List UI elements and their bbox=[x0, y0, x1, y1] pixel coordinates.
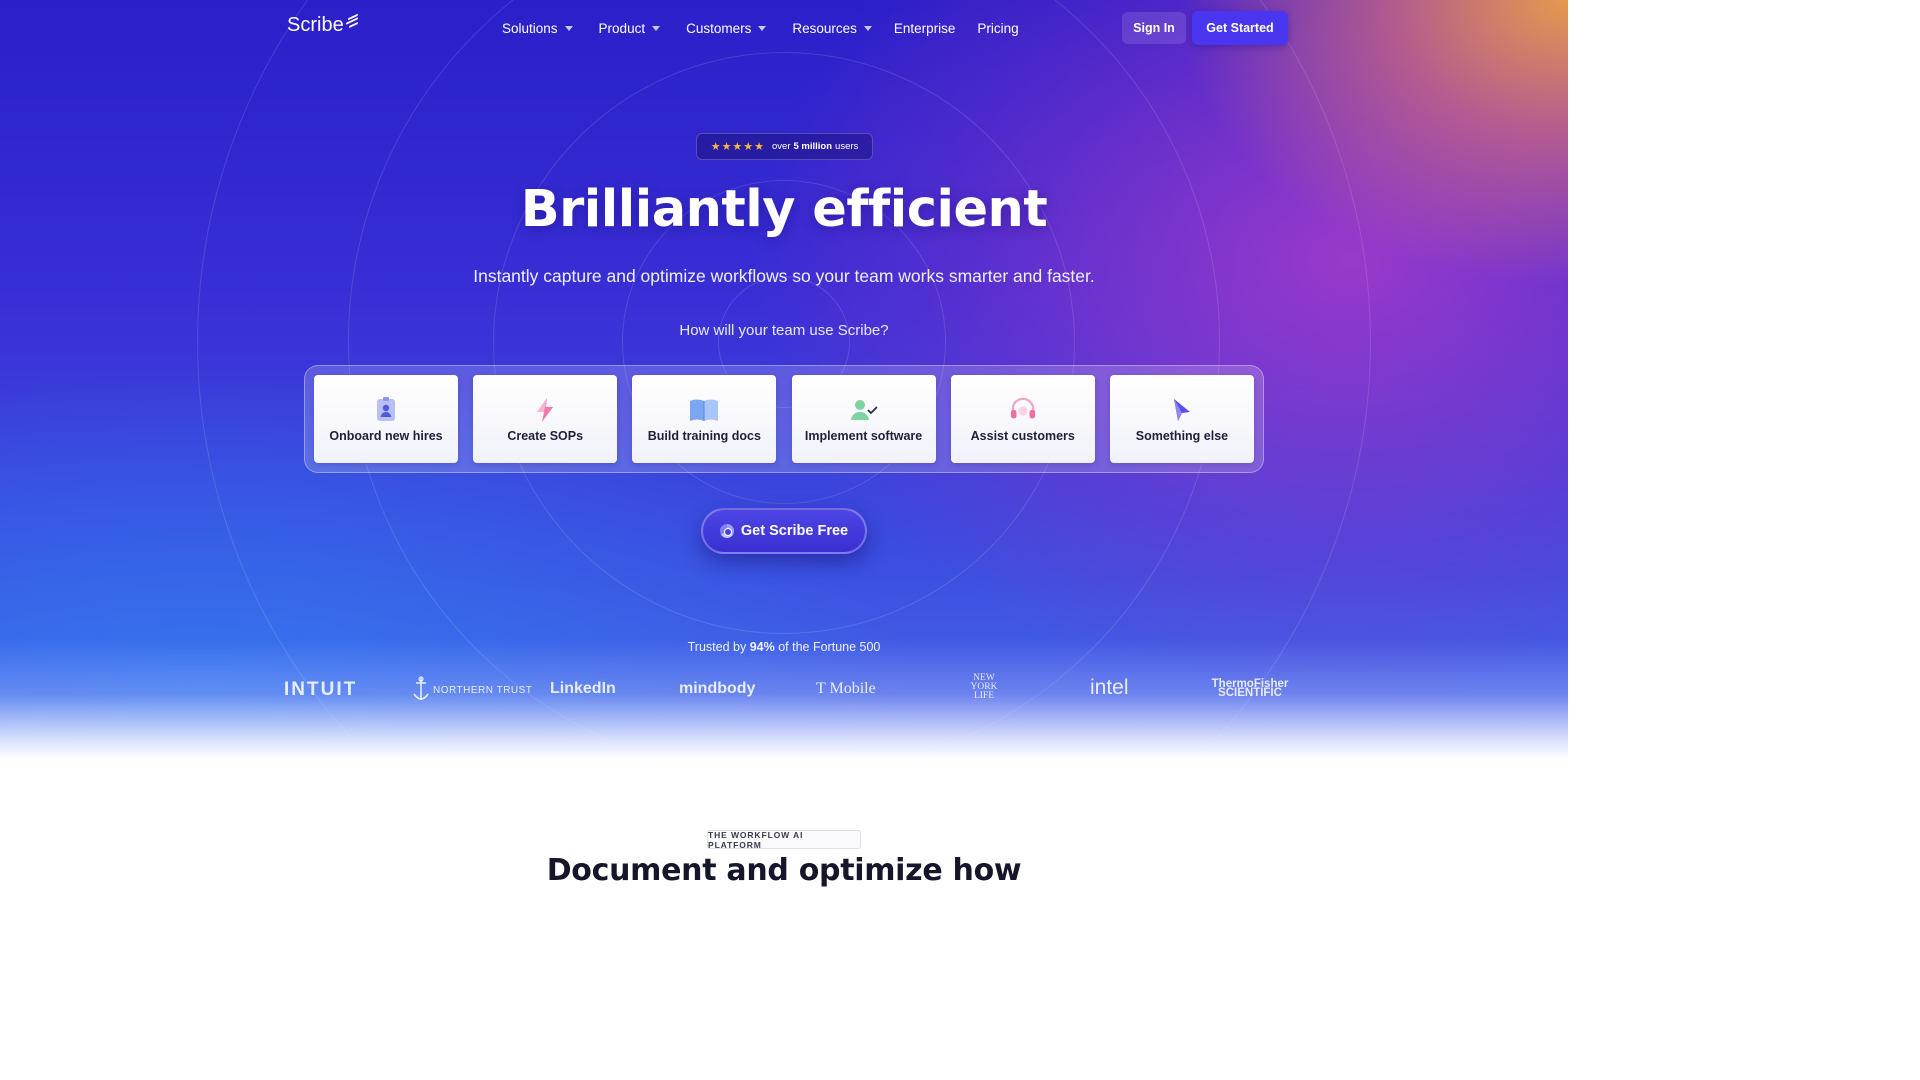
get-started-button[interactable]: Get Started bbox=[1192, 11, 1288, 45]
use-case-selector: Onboard new hires Create SOPs Build trai… bbox=[304, 365, 1264, 473]
intuit-logo: INTUIT bbox=[284, 679, 358, 700]
nav-item-label: Product bbox=[598, 20, 646, 36]
chevron-down-icon bbox=[652, 25, 661, 31]
cursor-icon bbox=[1169, 397, 1195, 423]
use-case-card-implement[interactable]: Implement software bbox=[791, 375, 936, 463]
nav-links: Solutions Product Customers Resources En… bbox=[502, 0, 1041, 56]
use-case-label: Something else bbox=[1135, 429, 1229, 443]
nav-item-customers[interactable]: Customers bbox=[686, 20, 767, 36]
rating-suffix: users bbox=[835, 141, 859, 152]
use-case-label: Assist customers bbox=[970, 429, 1075, 443]
chrome-icon bbox=[719, 524, 734, 538]
northern-trust-text: NORTHERN TRUST bbox=[433, 684, 533, 696]
hero-subheadline: Instantly capture and optimize workflows… bbox=[473, 266, 1095, 286]
thermo-fisher-logo: ThermoFisher SCIENTIFIC bbox=[1211, 678, 1289, 699]
nav-item-label: Solutions bbox=[502, 20, 558, 36]
use-case-question: How will your team use Scribe? bbox=[679, 322, 889, 339]
trusted-prefix: Trusted by bbox=[687, 640, 747, 654]
nav-item-pricing[interactable]: Pricing bbox=[977, 21, 1018, 36]
linkedin-logo: LinkedIn bbox=[550, 680, 616, 697]
customer-logos: INTUIT NORTHERN TRUST LinkedIn mindbody … bbox=[284, 673, 1289, 708]
scribe-logo[interactable]: Scribe bbox=[287, 13, 360, 37]
headset-icon bbox=[1010, 397, 1036, 423]
lightning-icon bbox=[532, 397, 558, 423]
logo-text: Scribe bbox=[287, 14, 344, 36]
use-case-label: Onboard new hires bbox=[329, 429, 443, 443]
use-case-card-assist[interactable]: Assist customers bbox=[950, 375, 1095, 463]
rating-prefix: over bbox=[772, 141, 791, 152]
use-case-card-training[interactable]: Build training docs bbox=[632, 375, 777, 463]
top-navigation: Scribe Solutions Product Customers Resou… bbox=[0, 0, 1568, 56]
nav-item-solutions[interactable]: Solutions bbox=[502, 21, 573, 36]
book-icon bbox=[688, 397, 720, 423]
rating-badge: ★★★★★ over 5 million users bbox=[696, 133, 873, 160]
chevron-down-icon bbox=[564, 25, 573, 31]
user-check-icon bbox=[849, 397, 879, 423]
intel-logo: intel bbox=[1090, 676, 1129, 699]
cta-label: Get Scribe Free bbox=[740, 523, 849, 539]
use-case-card-other[interactable]: Something else bbox=[1109, 375, 1254, 463]
sign-in-button[interactable]: Sign In bbox=[1122, 12, 1186, 44]
use-case-card-onboard[interactable]: Onboard new hires bbox=[314, 375, 458, 463]
nav-item-enterprise[interactable]: Enterprise bbox=[894, 21, 956, 36]
id-badge-icon bbox=[373, 397, 399, 423]
trusted-percent: 94% bbox=[749, 640, 775, 654]
nav-item-resources[interactable]: Resources bbox=[792, 21, 872, 36]
mindbody-logo: mindbody bbox=[679, 680, 756, 697]
northern-trust-logo: NORTHERN TRUST bbox=[412, 676, 533, 704]
nav-item-label: Pricing bbox=[977, 20, 1019, 36]
northern-trust-anchor-icon bbox=[413, 676, 429, 700]
trusted-suffix: of the Fortune 500 bbox=[778, 640, 881, 654]
use-case-card-sops[interactable]: Create SOPs bbox=[473, 375, 618, 463]
hero-headline: Brilliantly efficient bbox=[520, 180, 1048, 239]
section-eyebrow: THE WORKFLOW AI PLATFORM bbox=[707, 830, 861, 850]
nav-item-product[interactable]: Product bbox=[599, 21, 661, 36]
nav-item-label: Enterprise bbox=[893, 20, 956, 36]
section-title: Document and optimize how bbox=[546, 853, 1022, 888]
get-scribe-free-button[interactable]: Get Scribe Free bbox=[701, 508, 867, 554]
use-case-label: Build training docs bbox=[647, 429, 761, 443]
nav-item-label: Customers bbox=[686, 20, 752, 36]
nav-item-label: Resources bbox=[792, 20, 857, 36]
five-stars-icon: ★★★★★ bbox=[710, 141, 766, 153]
logo-mark-icon bbox=[345, 13, 360, 28]
use-case-label: Create SOPs bbox=[507, 429, 584, 443]
chevron-down-icon bbox=[758, 25, 767, 31]
rating-count: 5 million bbox=[793, 141, 833, 152]
t-mobile-logo: T Mobile bbox=[816, 680, 876, 697]
use-case-label: Implement software bbox=[804, 429, 923, 443]
trusted-by-text: Trusted by 94% of the Fortune 500 bbox=[0, 640, 1568, 654]
chevron-down-icon bbox=[863, 25, 872, 31]
new-york-life-logo: NEW YORK LIFE bbox=[970, 673, 998, 701]
